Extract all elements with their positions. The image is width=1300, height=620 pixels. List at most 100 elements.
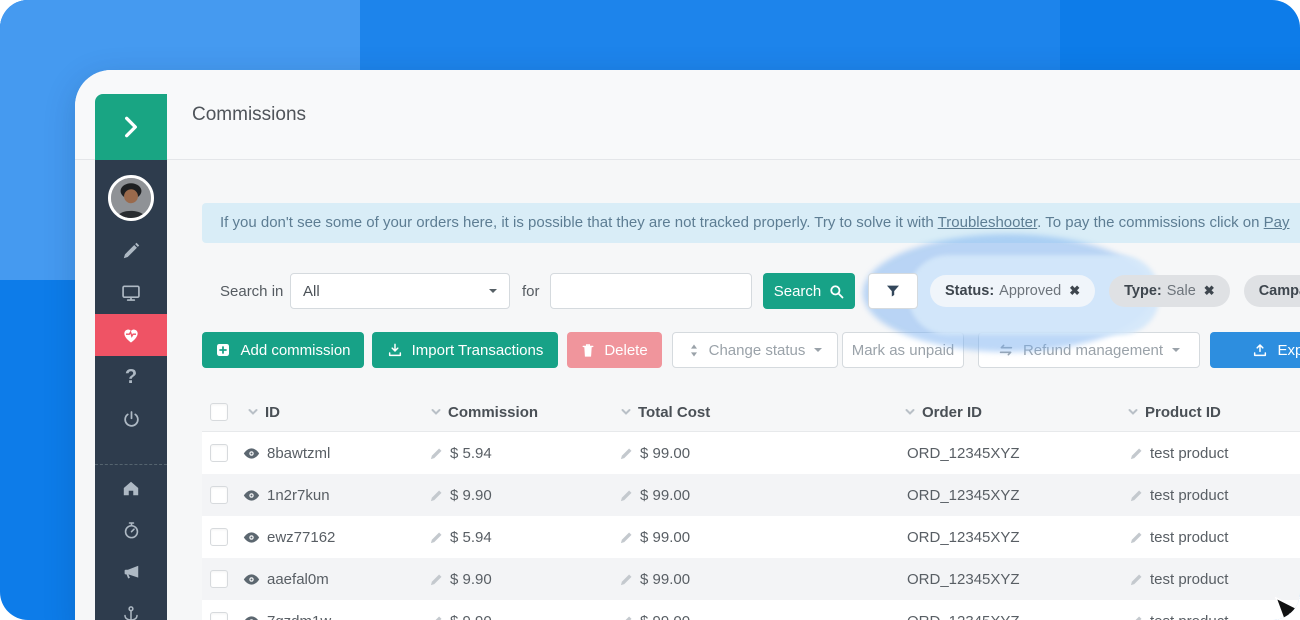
edit-pencil-icon[interactable] <box>1130 573 1143 586</box>
edit-pencil-icon[interactable] <box>430 573 443 586</box>
sidebar-item-announcements[interactable] <box>95 551 167 593</box>
edit-pencil-icon[interactable] <box>1130 531 1143 544</box>
sidebar-toggle-button[interactable] <box>95 94 167 160</box>
search-button-label: Search <box>774 283 822 300</box>
sidebar-item-integrations[interactable] <box>95 593 167 620</box>
search-in-label: Search in <box>220 273 283 309</box>
edit-pencil-icon[interactable] <box>430 531 443 544</box>
sort-caret-icon <box>904 406 916 418</box>
row-checkbox[interactable] <box>210 486 228 504</box>
edit-pencil-icon[interactable] <box>620 615 633 620</box>
row-checkbox[interactable] <box>210 570 228 588</box>
total-cost: $ 99.00 <box>640 571 690 588</box>
select-all-checkbox[interactable] <box>210 403 228 421</box>
chevron-down-icon <box>1172 348 1180 356</box>
question-icon: ? <box>125 367 137 387</box>
sidebar-item-logout[interactable] <box>95 398 167 440</box>
edit-pencil-icon[interactable] <box>620 573 633 586</box>
eye-icon[interactable] <box>243 615 260 620</box>
funnel-icon <box>885 283 901 299</box>
product-id: test product <box>1150 445 1228 462</box>
sort-caret-icon <box>620 406 632 418</box>
filter-chip-status[interactable]: Status: Approved ✖ <box>930 275 1095 307</box>
commission-amount: $ 5.94 <box>450 445 492 462</box>
column-header-commission[interactable]: Commission <box>430 392 538 432</box>
table-row: aaefal0m $ 9.90 $ 99.00 ORD_12345XYZ tes… <box>202 558 1300 600</box>
filter-button[interactable] <box>868 273 918 309</box>
export-button[interactable]: Export to <box>1210 332 1300 368</box>
row-checkbox[interactable] <box>210 444 228 462</box>
close-icon[interactable]: ✖ <box>1204 283 1215 299</box>
edit-pencil-icon[interactable] <box>620 447 633 460</box>
sidebar-item-display[interactable] <box>95 272 167 314</box>
sidebar-item-timer[interactable] <box>95 509 167 551</box>
edit-pencil-icon[interactable] <box>1130 489 1143 502</box>
chevron-down-icon <box>489 289 497 297</box>
home-icon <box>122 479 140 497</box>
sidebar-item-edit[interactable] <box>95 230 167 272</box>
filter-chips: Status: Approved ✖ Type: Sale ✖ Campaign… <box>930 275 1300 307</box>
table-row: 8bawtzml $ 5.94 $ 99.00 ORD_12345XYZ tes… <box>202 432 1300 474</box>
edit-pencil-icon[interactable] <box>620 489 633 502</box>
eye-icon[interactable] <box>243 447 260 460</box>
monitor-icon <box>121 283 141 303</box>
search-input[interactable] <box>550 273 752 309</box>
edit-pencil-icon[interactable] <box>620 531 633 544</box>
column-header-total-cost[interactable]: Total Cost <box>620 392 710 432</box>
avatar[interactable] <box>108 175 154 221</box>
pay-link[interactable]: Pay <box>1264 214 1290 231</box>
table-row: 1n2r7kun $ 9.90 $ 99.00 ORD_12345XYZ tes… <box>202 474 1300 516</box>
sidebar-item-commissions[interactable] <box>95 314 167 356</box>
import-transactions-label: Import Transactions <box>412 342 544 359</box>
search-button[interactable]: Search <box>763 273 855 309</box>
total-cost: $ 99.00 <box>640 613 690 620</box>
import-transactions-button[interactable]: Import Transactions <box>372 332 558 368</box>
sidebar-item-help[interactable]: ? <box>95 356 167 398</box>
edit-pencil-icon[interactable] <box>430 489 443 502</box>
total-cost: $ 99.00 <box>640 529 690 546</box>
anchor-icon <box>122 605 140 620</box>
column-label: Total Cost <box>638 404 710 421</box>
search-for-label: for <box>522 273 540 309</box>
edit-pencil-icon[interactable] <box>430 615 443 620</box>
banner-text-2: . To pay the commissions click on <box>1037 214 1263 231</box>
row-checkbox[interactable] <box>210 528 228 546</box>
sort-caret-icon <box>430 406 442 418</box>
edit-pencil-icon[interactable] <box>1130 615 1143 620</box>
filter-chip-type[interactable]: Type: Sale ✖ <box>1109 275 1230 307</box>
column-header-id[interactable]: ID <box>247 392 280 432</box>
eye-icon[interactable] <box>243 531 260 544</box>
search-scope-value: All <box>303 283 320 300</box>
troubleshooter-link[interactable]: Troubleshooter <box>938 214 1038 231</box>
upload-icon <box>1252 342 1268 358</box>
close-icon[interactable]: ✖ <box>1069 283 1080 299</box>
order-id: ORD_12345XYZ <box>907 613 1020 620</box>
chip-value: Sale <box>1167 283 1196 299</box>
commissions-table: ID Commission Total Cost Order ID <box>202 392 1300 620</box>
edit-pencil-icon[interactable] <box>1130 447 1143 460</box>
sort-caret-icon <box>247 406 259 418</box>
sidebar-item-home[interactable] <box>95 467 167 509</box>
column-header-product-id[interactable]: Product ID <box>1127 392 1221 432</box>
column-label: Order ID <box>922 404 982 421</box>
delete-button[interactable]: Delete <box>567 332 662 368</box>
edit-pencil-icon[interactable] <box>430 447 443 460</box>
filter-chip-campaign[interactable]: Campaign: ✖ <box>1244 275 1300 307</box>
commission-id: ewz77162 <box>267 529 335 546</box>
eye-icon[interactable] <box>243 489 260 502</box>
column-header-order-id[interactable]: Order ID <box>904 392 982 432</box>
search-scope-select[interactable]: All <box>290 273 510 309</box>
row-checkbox[interactable] <box>210 612 228 620</box>
add-commission-label: Add commission <box>240 342 350 359</box>
total-cost: $ 99.00 <box>640 487 690 504</box>
column-label: Commission <box>448 404 538 421</box>
commission-amount: $ 9.90 <box>450 613 492 620</box>
add-commission-button[interactable]: Add commission <box>202 332 364 368</box>
order-id: ORD_12345XYZ <box>907 487 1020 504</box>
banner-text-1: If you don't see some of your orders her… <box>220 214 938 231</box>
column-label: ID <box>265 404 280 421</box>
order-id: ORD_12345XYZ <box>907 529 1020 546</box>
info-banner: If you don't see some of your orders her… <box>202 203 1300 243</box>
change-status-button[interactable]: Change status <box>672 332 838 368</box>
eye-icon[interactable] <box>243 573 260 586</box>
